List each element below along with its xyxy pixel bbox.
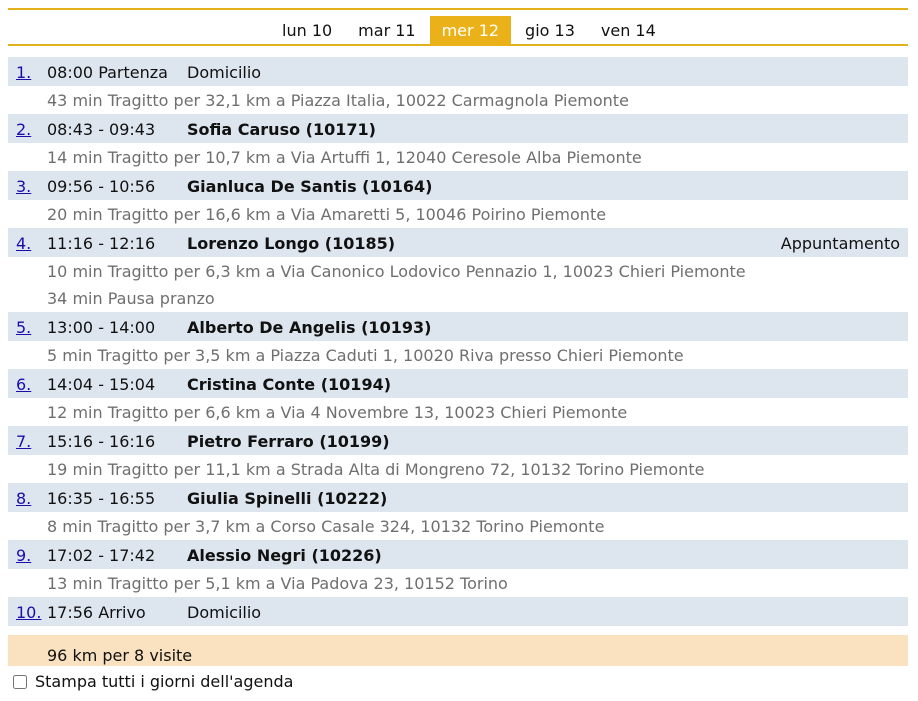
day-tab[interactable]: ven 14: [589, 16, 668, 46]
travel-note: 14 min Tragitto per 10,7 km a Via Artuff…: [47, 148, 642, 167]
travel-note: 34 min Pausa pranzo: [47, 289, 215, 308]
day-tab[interactable]: lun 10: [270, 16, 344, 46]
stop-name: Domicilio: [187, 63, 262, 82]
day-tabs: lun 10 mar 11 mer 12 gio 13 ven 14: [270, 16, 670, 46]
stop-name: Gianluca De Santis (10164): [187, 177, 433, 196]
travel-note: 5 min Tragitto per 3,5 km a Piazza Cadut…: [47, 346, 684, 365]
stop-name: Lorenzo Longo (10185): [187, 234, 396, 253]
travel-note: 8 min Tragitto per 3,7 km a Corso Casale…: [47, 517, 605, 536]
stop-number-link[interactable]: 8.: [16, 489, 31, 508]
appointment-tag: Appuntamento: [780, 234, 900, 253]
stop-time: 17:56 Arrivo: [47, 603, 146, 622]
agenda-stop-row: 9. 17:02 - 17:42 Alessio Negri (10226): [8, 540, 908, 570]
travel-note: 20 min Tragitto per 16,6 km a Via Amaret…: [47, 205, 607, 224]
stop-number-link[interactable]: 6.: [16, 375, 31, 394]
agenda-stop-row: 8. 16:35 - 16:55 Giulia Spinelli (10222): [8, 483, 908, 513]
agenda-stop-row: 7. 15:16 - 16:16 Pietro Ferraro (10199): [8, 426, 908, 456]
stop-time: 11:16 - 12:16: [47, 234, 156, 253]
day-selector-bar: lun 10 mar 11 mer 12 gio 13 ven 14: [8, 8, 908, 46]
print-all-label[interactable]: Stampa tutti i giorni dell'agenda: [35, 672, 293, 691]
stop-name: Sofia Caruso (10171): [187, 120, 376, 139]
travel-note: 43 min Tragitto per 32,1 km a Piazza Ita…: [47, 91, 629, 110]
day-tab[interactable]: gio 13: [513, 16, 587, 46]
agenda-stop-row: 6. 14:04 - 15:04 Cristina Conte (10194): [8, 369, 908, 399]
travel-note: 13 min Tragitto per 5,1 km a Via Padova …: [47, 574, 508, 593]
print-all-checkbox[interactable]: [13, 674, 27, 689]
stop-time: 14:04 - 15:04: [47, 375, 156, 394]
stop-number-link[interactable]: 10.: [16, 603, 41, 622]
stop-number-link[interactable]: 9.: [16, 546, 31, 565]
stop-time: 15:16 - 16:16: [47, 432, 156, 451]
print-all-option: Stampa tutti i giorni dell'agenda: [13, 672, 293, 691]
agenda-stop-row: 4. 11:16 - 12:16 Lorenzo Longo (10185) Appu…: [8, 228, 908, 258]
travel-note: 12 min Tragitto per 6,6 km a Via 4 Novem…: [47, 403, 628, 422]
stop-number-link[interactable]: 7.: [16, 432, 31, 451]
stop-time: 16:35 - 16:55: [47, 489, 156, 508]
summary-text: 96 km per 8 visite: [47, 646, 193, 665]
stop-name: Domicilio: [187, 603, 262, 622]
stop-time: 09:56 - 10:56: [47, 177, 156, 196]
agenda-list: 1. 08:00 Partenza Domicilio 43 min Tragitto…: [8, 57, 908, 627]
stop-time: 13:00 - 14:00: [47, 318, 156, 337]
stop-number-link[interactable]: 1.: [16, 63, 31, 82]
stop-time: 17:02 - 17:42: [47, 546, 156, 565]
stop-number-link[interactable]: 3.: [16, 177, 31, 196]
stop-name: Giulia Spinelli (10222): [187, 489, 388, 508]
stop-number-link[interactable]: 5.: [16, 318, 31, 337]
stop-name: Pietro Ferraro (10199): [187, 432, 390, 451]
stop-name: Alberto De Angelis (10193): [187, 318, 432, 337]
stop-number-link[interactable]: 4.: [16, 234, 31, 253]
travel-note: 19 min Tragitto per 11,1 km a Strada Alt…: [47, 460, 705, 479]
stop-time: 08:00 Partenza: [47, 63, 168, 82]
travel-note: 10 min Tragitto per 6,3 km a Via Canonic…: [47, 262, 746, 281]
stop-time: 08:43 - 09:43: [47, 120, 156, 139]
agenda-stop-row: 5. 13:00 - 14:00 Alberto De Angelis (10193…: [8, 312, 908, 342]
stop-name: Alessio Negri (10226): [187, 546, 382, 565]
agenda-stop-row: 10. 17:56 Arrivo Domicilio: [8, 597, 908, 627]
agenda-stop-row: 2. 08:43 - 09:43 Sofia Caruso (10171): [8, 114, 908, 144]
agenda-stop-row: 1. 08:00 Partenza Domicilio: [8, 57, 908, 87]
agenda-stop-row: 3. 09:56 - 10:56 Gianluca De Santis (10164…: [8, 171, 908, 201]
stop-name: Cristina Conte (10194): [187, 375, 392, 394]
summary-bar: 96 km per 8 visite: [8, 635, 908, 666]
day-tab[interactable]: mar 11: [346, 16, 427, 46]
day-tab[interactable]: mer 12: [429, 16, 512, 46]
stop-number-link[interactable]: 2.: [16, 120, 31, 139]
